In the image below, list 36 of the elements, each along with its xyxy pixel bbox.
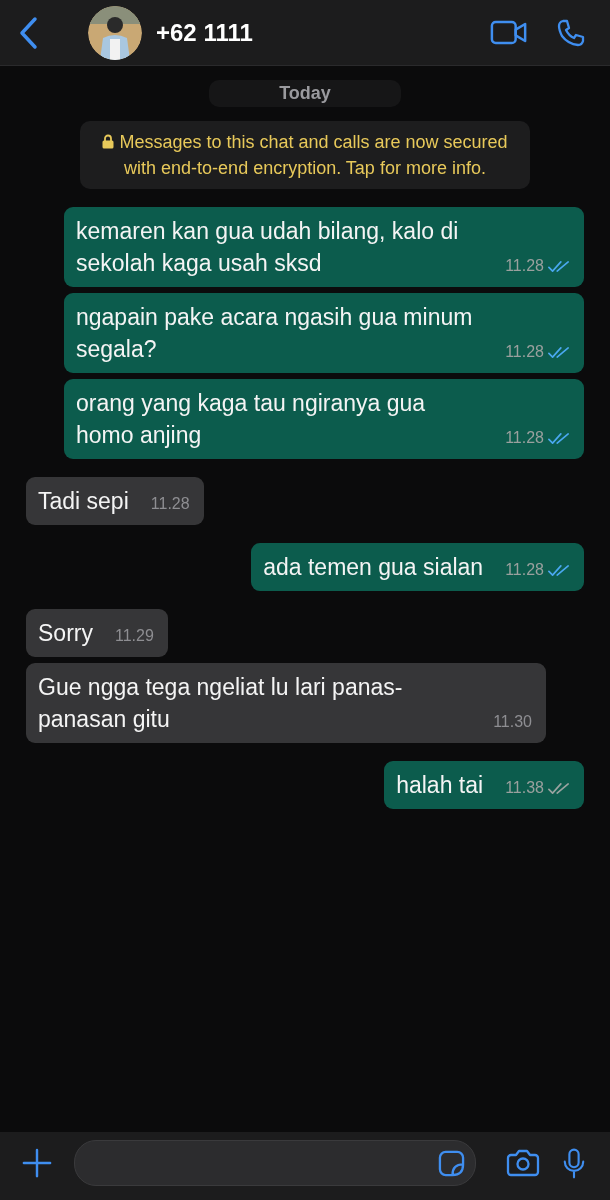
phone-icon[interactable] [556, 17, 586, 48]
message-time: 11.30 [493, 712, 532, 732]
message-input-field[interactable] [74, 1140, 476, 1186]
message-bubble[interactable]: halah tai 11.38 [384, 761, 584, 809]
message-bubble[interactable]: ada temen gua sialan 11.28 [251, 543, 584, 591]
encryption-notice[interactable]: Messages to this chat and calls are now secured with end-to-end encryption. Tap for more info. [80, 121, 530, 189]
back-icon[interactable] [18, 15, 38, 50]
message-bubble[interactable]: Sorry 11.29 [26, 609, 168, 657]
message-time: 11.28 [505, 256, 544, 276]
message-bubble[interactable]: Tadi sepi 11.28 [26, 477, 204, 525]
video-call-icon[interactable] [490, 19, 528, 46]
message-time: 11.29 [114, 626, 154, 646]
message-bubble[interactable]: kemaren kan gua udah bilang, kalo di sekolah kaga usah sksd 11.28 [64, 207, 584, 287]
sticker-icon[interactable] [438, 1149, 465, 1177]
lock-icon [102, 134, 115, 149]
message-text: Sorry [38, 619, 93, 648]
message-bubble[interactable]: orang yang kaga tau ngiranya gua homo anjing 11.28 [64, 379, 584, 459]
message-text: ngapain pake acara ngasih gua minum segala? [76, 303, 474, 364]
message-text: halah tai [396, 771, 484, 800]
message-text: Gue ngga tega ngeliat lu lari panas-panasan gitu [38, 673, 404, 734]
camera-icon[interactable] [506, 1149, 540, 1177]
message-text: ada temen gua sialan [263, 553, 484, 582]
message-time: 11.28 [505, 560, 544, 580]
message-time: 11.28 [150, 494, 190, 514]
message-time: 11.38 [505, 778, 544, 798]
message-time: 11.28 [505, 428, 544, 448]
message-text: kemaren kan gua udah bilang, kalo di sekolah kaga usah sksd [76, 217, 460, 278]
message-text: Tadi sepi [38, 487, 129, 516]
date-label: Today [209, 80, 401, 107]
message-bubble[interactable]: Gue ngga tega ngeliat lu lari panas-panasan gitu 11.30 [26, 663, 546, 743]
microphone-icon[interactable] [562, 1146, 586, 1180]
plus-icon[interactable] [22, 1148, 52, 1178]
message-text: orang yang kaga tau ngiranya gua homo anjing [76, 389, 427, 450]
encryption-notice-text: Messages to this chat and calls are now secured with end-to-end encryption. Tap for more info. [119, 132, 508, 178]
message-bubble[interactable]: ngapain pake acara ngasih gua minum segala? 11.28 [64, 293, 584, 373]
message-time: 11.28 [505, 342, 544, 362]
